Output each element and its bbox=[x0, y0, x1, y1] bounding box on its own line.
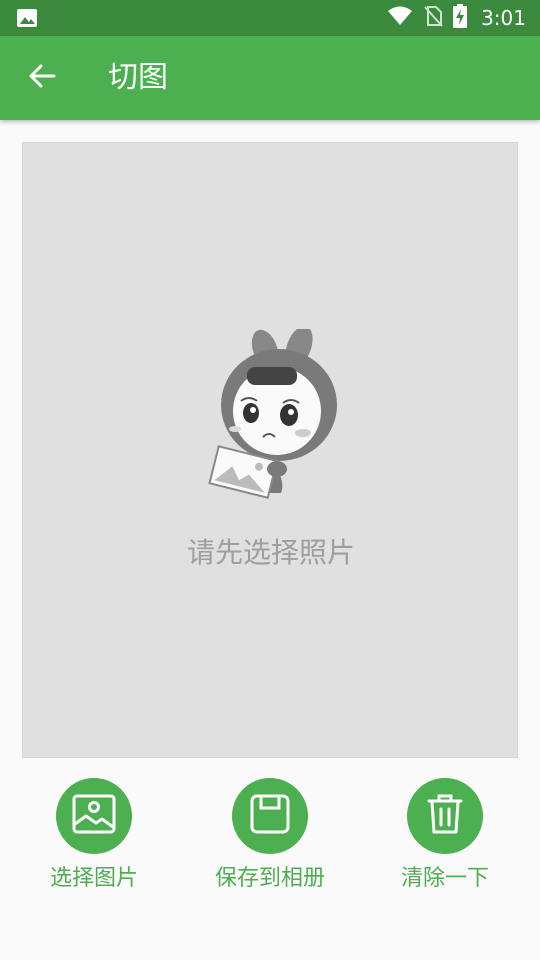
clear-circle[interactable] bbox=[407, 778, 483, 854]
clear-label: 清除一下 bbox=[400, 866, 489, 891]
no-sim-icon bbox=[423, 5, 443, 31]
trash-icon bbox=[427, 793, 463, 839]
image-canvas[interactable]: 请先选择照片 bbox=[22, 142, 518, 758]
status-bar: 3:01 bbox=[0, 0, 540, 36]
arrow-left-icon bbox=[28, 62, 56, 94]
image-icon bbox=[72, 794, 116, 838]
wifi-icon bbox=[387, 6, 413, 30]
toolbar: 切图 bbox=[0, 36, 540, 120]
empty-state-illustration bbox=[207, 325, 347, 509]
page-title: 切图 bbox=[108, 60, 168, 95]
back-button[interactable] bbox=[24, 60, 60, 96]
save-to-album-button[interactable]: 保存到相册 bbox=[190, 778, 350, 892]
save-icon bbox=[250, 794, 290, 838]
clear-button[interactable]: 清除一下 bbox=[365, 778, 525, 892]
select-image-circle[interactable] bbox=[56, 778, 132, 854]
select-image-button[interactable]: 选择图片 bbox=[14, 778, 174, 892]
save-to-album-circle[interactable] bbox=[232, 778, 308, 854]
clock: 3:01 bbox=[481, 6, 526, 30]
image-notification-icon bbox=[16, 8, 38, 28]
select-image-label: 选择图片 bbox=[49, 866, 138, 891]
empty-state-text: 请先选择照片 bbox=[186, 536, 355, 569]
save-to-album-label: 保存到相册 bbox=[214, 866, 325, 891]
battery-charging-icon bbox=[453, 4, 468, 32]
action-bar: 选择图片 保存到相册 清除一下 bbox=[0, 778, 540, 898]
